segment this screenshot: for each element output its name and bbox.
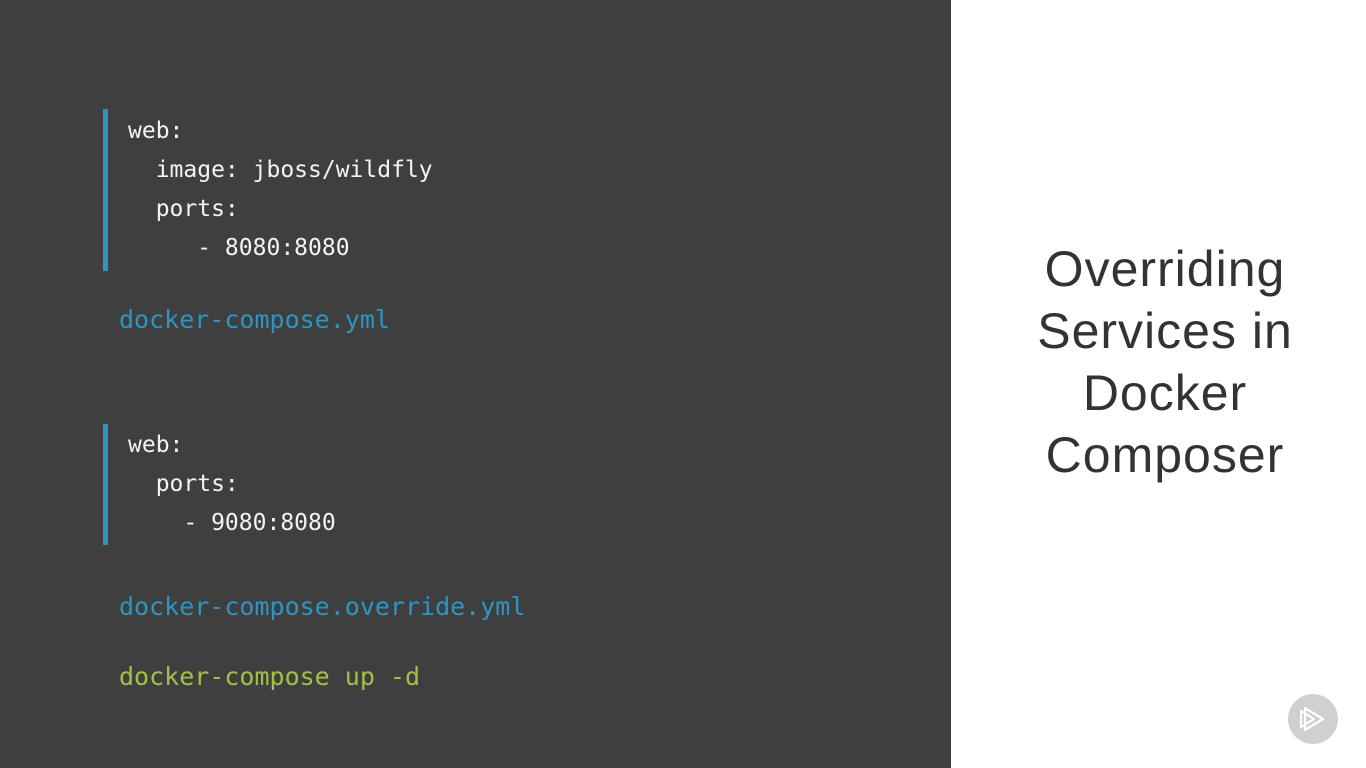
title-line: Overriding bbox=[1044, 241, 1286, 297]
slide-title: Overriding Services in Docker Composer bbox=[995, 238, 1335, 486]
command-text: docker-compose up -d bbox=[119, 662, 421, 691]
title-line: Services in bbox=[1037, 303, 1293, 359]
play-logo-icon bbox=[1288, 694, 1338, 744]
code-line: - 8080:8080 bbox=[128, 235, 350, 261]
code-block-compose: web: image: jboss/wildfly ports: - 8080:… bbox=[103, 109, 433, 271]
title-line: Docker bbox=[1082, 365, 1248, 421]
code-line: web: bbox=[128, 118, 184, 144]
code-block-override: web: ports: - 9080:8080 bbox=[103, 424, 336, 545]
code-line: ports: bbox=[128, 471, 239, 497]
code-line: web: bbox=[128, 432, 184, 458]
code-panel bbox=[0, 0, 951, 768]
code-line: - 9080:8080 bbox=[128, 510, 336, 536]
title-line: Composer bbox=[1045, 427, 1285, 483]
filename-override: docker-compose.override.yml bbox=[119, 592, 526, 621]
filename-compose: docker-compose.yml bbox=[119, 305, 390, 334]
code-line: image: jboss/wildfly bbox=[128, 157, 433, 183]
play-logo-glyph bbox=[1300, 706, 1325, 732]
code-line: ports: bbox=[128, 196, 239, 222]
